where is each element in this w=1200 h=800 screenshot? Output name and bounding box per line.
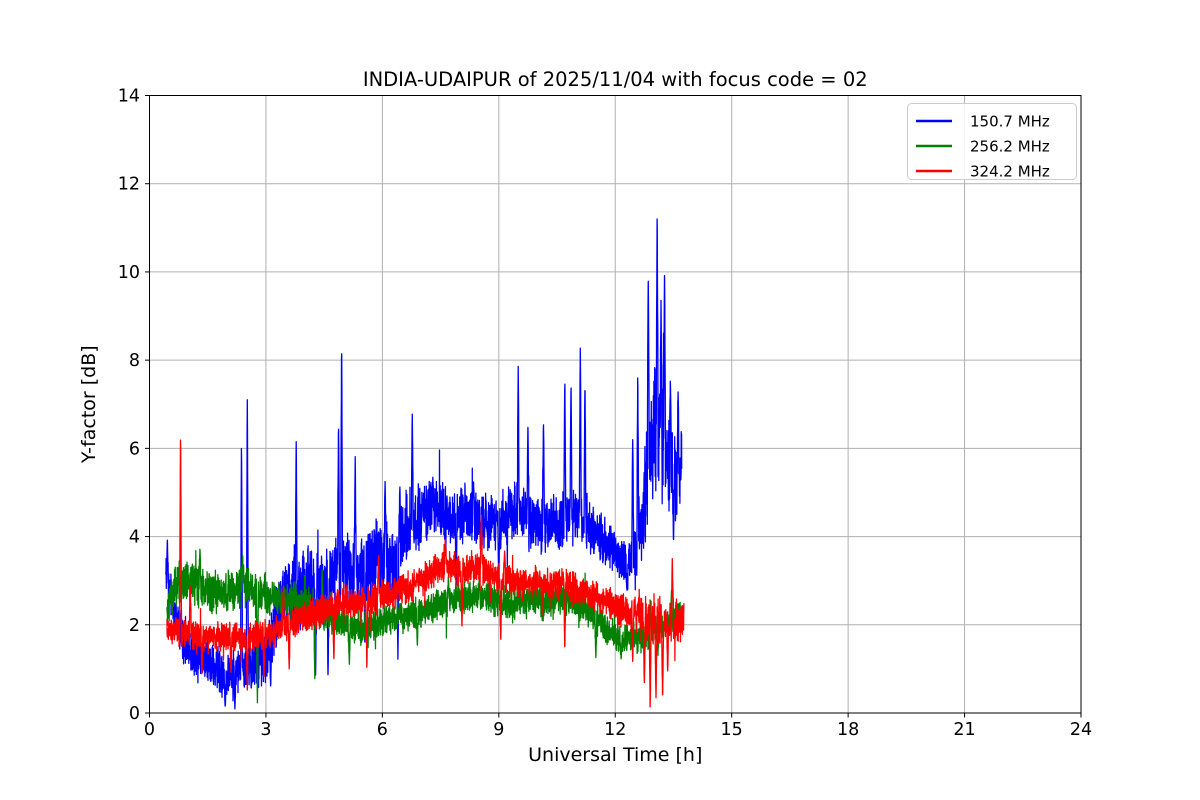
y-tick-label: 8 xyxy=(129,351,140,371)
x-tick-label: 12 xyxy=(604,720,626,740)
x-tick-label: 24 xyxy=(1070,720,1092,740)
x-tick-label: 15 xyxy=(721,720,743,740)
y-tick-label: 12 xyxy=(118,175,140,195)
y-axis-label: Y-factor [dB] xyxy=(78,345,100,464)
legend: 150.7 MHz 256.2 MHz 324.2 MHz xyxy=(907,103,1077,181)
x-tick-label: 6 xyxy=(377,720,388,740)
y-tick-label: 4 xyxy=(129,528,140,548)
chart-figure: 0 3 6 9 12 15 18 21 24 0 2 4 6 8 10 12 14 INDIA-UDAIPUR o… xyxy=(0,0,1200,800)
y-tick-label: 10 xyxy=(118,263,140,283)
legend-entry-label: 150.7 MHz xyxy=(970,113,1050,131)
x-tick-label: 18 xyxy=(837,720,859,740)
y-tick-label: 14 xyxy=(118,87,140,107)
x-tick-label: 0 xyxy=(144,720,155,740)
x-tick-label: 21 xyxy=(953,720,975,740)
x-tick-label: 9 xyxy=(493,720,504,740)
x-axis-label: Universal Time [h] xyxy=(528,744,702,766)
y-tick-label: 2 xyxy=(129,616,140,636)
y-tick-label: 0 xyxy=(129,704,140,724)
y-factor-line-chart: 0 3 6 9 12 15 18 21 2402468101214INDIA-UDAIPUR o… xyxy=(0,0,1200,800)
legend-entry-label: 324.2 MHz xyxy=(970,163,1050,181)
legend-entry-label: 256.2 MHz xyxy=(970,138,1050,156)
x-tick-label: 3 xyxy=(260,720,271,740)
chart-title: INDIA-UDAIPUR of 2025/11/04 with focus c… xyxy=(363,68,868,91)
y-tick-label: 6 xyxy=(129,439,140,459)
